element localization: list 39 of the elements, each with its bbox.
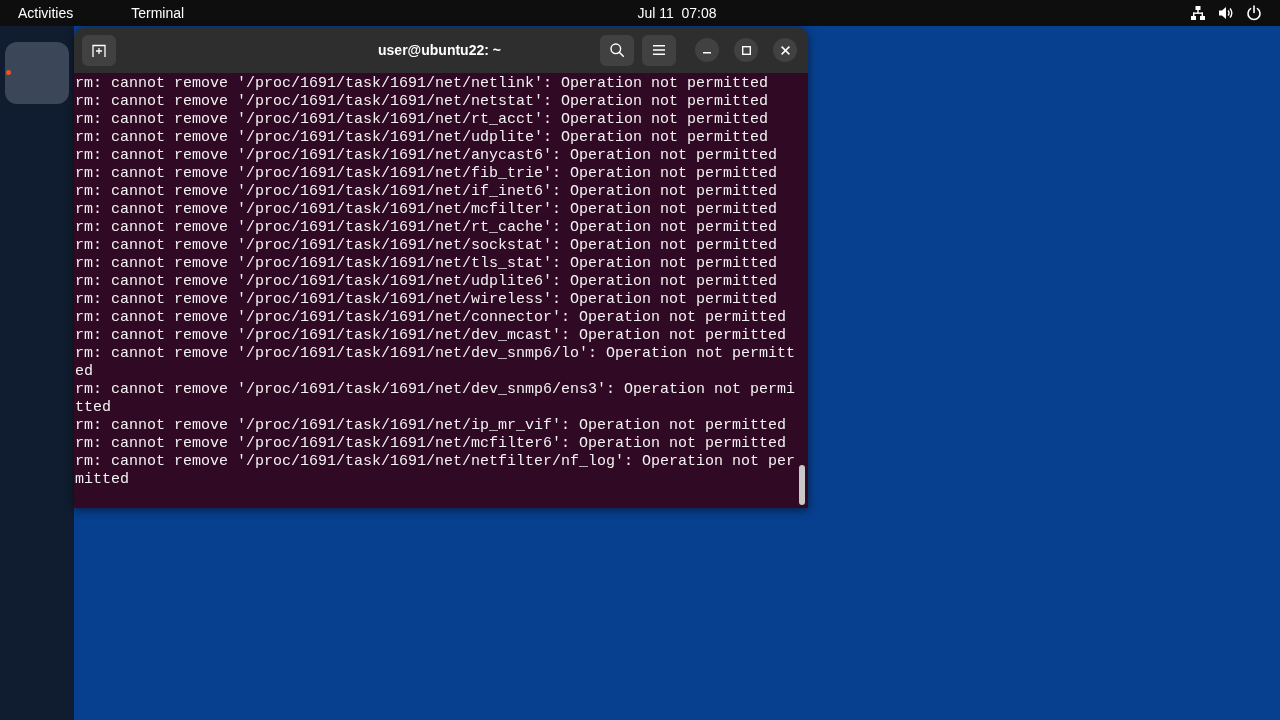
terminal-line: rm: cannot remove '/proc/1691/task/1691/net/wireless': Operation not permitted [75,291,779,309]
window-title: user@ubuntu22: ~ [378,40,501,60]
activities-button[interactable]: Activities [18,4,74,22]
terminal-line: rm: cannot remove '/proc/1691/task/1691/net/if_inet6': Operation not permitted [75,183,779,201]
dock-app-tile[interactable] [5,42,69,104]
terminal-line: rm: cannot remove '/proc/1691/task/1691/net/udplite': Operation not permitted [75,129,770,147]
menu-icon [653,45,665,55]
clock[interactable]: Jul 11 07:08 [637,4,717,21]
minimize-button[interactable] [695,38,719,62]
terminal-line: rm: cannot remove '/proc/1691/task/1691/net/fib_trie': Operation not permitted [75,165,779,183]
maximize-icon [741,45,751,55]
close-icon [780,45,790,55]
search-button[interactable] [600,34,634,66]
terminal-line: rm: cannot remove '/proc/1691/task/1691/net/mcfilter6': Operation not permitted [75,435,788,453]
terminal-line: rm: cannot remove '/proc/1691/task/1691/net/rt_acct': Operation not permitted [75,111,770,129]
terminal-line: rm: cannot remove '/proc/1691/task/1691/net/sockstat': Operation not permitted [75,237,779,255]
minimize-icon [703,52,711,54]
terminal-line: rm: cannot remove '/proc/1691/task/1691/net/rt_cache': Operation not permitted [75,219,779,237]
terminal-line: rm: cannot remove '/proc/1691/task/1691/net/dev_mcast': Operation not permitted [75,327,788,345]
terminal-line: rm: cannot remove '/proc/1691/task/1691/net/ip_mr_vif': Operation not permitted [75,417,788,435]
terminal-line: rm: cannot remove '/proc/1691/task/1691/net/mcfilter': Operation not permitted [75,201,779,219]
search-icon [610,43,624,57]
maximize-button[interactable] [734,38,758,62]
app-menu[interactable]: Terminal [131,4,185,22]
power-icon[interactable] [1246,5,1262,21]
terminal-line: rm: cannot remove '/proc/1691/task/1691/net/netfilter/nf_log': Operation not permitted [75,453,796,489]
terminal-line: rm: cannot remove '/proc/1691/task/1691/net/udplite6': Operation not permitted [75,273,779,291]
terminal-line: rm: cannot remove '/proc/1691/task/1691/net/anycast6': Operation not permitted [75,147,779,165]
terminal-line: rm: cannot remove '/proc/1691/task/1691/net/connector': Operation not permitted [75,309,788,327]
network-icon[interactable] [1190,5,1206,21]
close-button[interactable] [773,38,797,62]
new-tab-icon [92,43,106,57]
new-tab-button[interactable] [82,34,116,66]
terminal-line: rm: cannot remove '/proc/1691/task/1691/net/netstat': Operation not permitted [75,93,770,111]
volume-icon[interactable] [1218,5,1234,21]
menu-button[interactable] [642,34,676,66]
terminal-line: rm: cannot remove '/proc/1691/task/1691/net/tls_stat': Operation not permitted [75,255,779,273]
terminal-line: rm: cannot remove '/proc/1691/task/1691/net/netlink': Operation not permitted [75,75,770,93]
scrollbar-thumb[interactable] [798,465,805,505]
